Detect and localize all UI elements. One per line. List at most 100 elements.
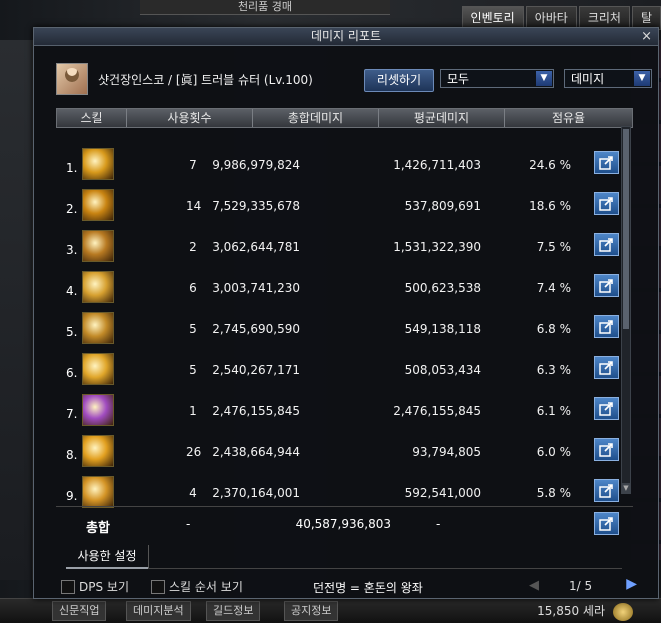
row-avg-damage: 592,541,000 <box>404 486 481 500</box>
skill-icon <box>82 353 114 385</box>
row-share-button[interactable] <box>594 274 619 297</box>
row-uses: 2 <box>189 240 197 254</box>
row-share-button[interactable] <box>594 438 619 461</box>
header-total-damage[interactable]: 총합데미지 <box>253 109 379 127</box>
chevron-down-icon: ▼ <box>536 71 552 86</box>
dps-view-checkbox[interactable]: DPS 보기 <box>61 578 129 595</box>
header-uses[interactable]: 사용횟수 <box>127 109 253 127</box>
table-row: 3. 2 3,062,644,781 1,531,322,390 7.5 % <box>56 228 633 268</box>
filter-dropdown-value: 모두 <box>447 72 470 86</box>
row-avg-damage: 508,053,434 <box>404 363 481 377</box>
scroll-down-icon[interactable]: ▼ <box>622 483 630 493</box>
sort-dropdown-value: 데미지 <box>571 72 605 86</box>
row-share: 6.8 % <box>536 322 571 336</box>
chevron-down-icon: ▼ <box>634 71 650 86</box>
row-uses: 26 <box>186 445 202 459</box>
share-icon <box>599 197 613 211</box>
summary-row: 총합 - 40,587,936,803 - <box>56 506 633 543</box>
pagination: ◀ 1/ 5 ▶ <box>529 576 637 596</box>
prev-page-icon[interactable]: ◀ <box>529 578 539 593</box>
summary-total: 40,587,936,803 <box>295 517 391 531</box>
share-icon <box>599 156 613 170</box>
row-share: 6.3 % <box>536 363 571 377</box>
row-share-button[interactable] <box>594 397 619 420</box>
row-rank: 7. <box>66 407 78 421</box>
background-left-panel <box>0 40 33 580</box>
filter-dropdown[interactable]: 모두 ▼ <box>440 69 554 88</box>
row-rank: 3. <box>66 243 78 257</box>
row-rank: 8. <box>66 448 78 462</box>
skill-icon <box>82 435 114 467</box>
row-total-damage: 9,986,979,824 <box>212 158 300 172</box>
row-share-button[interactable] <box>594 315 619 338</box>
header-skill[interactable]: 스킬 <box>57 109 127 127</box>
share-icon <box>599 402 613 416</box>
row-avg-damage: 537,809,691 <box>404 199 481 213</box>
coin-icon <box>613 603 633 621</box>
header-share[interactable]: 점유율 <box>505 109 632 127</box>
row-total-damage: 2,540,267,171 <box>212 363 300 377</box>
skill-icon <box>82 476 114 508</box>
character-name: 샷건장인스코 / [眞] 트러블 슈터 (Lv.100) <box>98 73 313 87</box>
share-icon <box>599 320 613 334</box>
close-icon[interactable]: × <box>641 28 652 45</box>
next-page-icon[interactable]: ▶ <box>626 576 637 592</box>
row-rank: 1. <box>66 161 78 175</box>
checkbox-icon <box>61 579 75 594</box>
row-rank: 4. <box>66 284 78 298</box>
row-avg-damage: 1,531,322,390 <box>393 240 481 254</box>
dps-view-label: DPS 보기 <box>79 580 129 594</box>
row-share: 6.1 % <box>536 404 571 418</box>
bottom-tab-guild[interactable]: 길드정보 <box>206 601 261 621</box>
row-avg-damage: 500,623,538 <box>404 281 481 295</box>
table-scrollbar[interactable]: ▼ <box>621 126 631 494</box>
skill-icon <box>82 271 114 303</box>
row-share-button[interactable] <box>594 233 619 256</box>
table-row: 8. 26 2,438,664,944 93,794,805 6.0 % <box>56 433 633 473</box>
row-share-button[interactable] <box>594 356 619 379</box>
summary-share-button[interactable] <box>594 512 619 535</box>
row-share: 7.5 % <box>536 240 571 254</box>
bottom-tab-notice[interactable]: 공지정보 <box>284 601 339 621</box>
row-avg-damage: 2,476,155,845 <box>393 404 481 418</box>
header-row: 샷건장인스코 / [眞] 트러블 슈터 (Lv.100) 리셋하기 모두 ▼ 데… <box>56 63 652 95</box>
share-icon <box>599 517 613 531</box>
table-row: 2. 14 7,529,335,678 537,809,691 18.6 % <box>56 187 633 227</box>
scrollbar-thumb[interactable] <box>623 129 629 329</box>
money-display: 15,850 세라 <box>537 604 605 618</box>
skill-icon <box>82 394 114 426</box>
row-avg-damage: 93,794,805 <box>412 445 481 459</box>
row-uses: 4 <box>189 486 197 500</box>
window-title-bar[interactable]: 데미지 리포트 × <box>34 28 658 46</box>
damage-report-window: 데미지 리포트 × 샷건장인스코 / [眞] 트러블 슈터 (Lv.100) 리… <box>33 27 659 599</box>
row-total-damage: 7,529,335,678 <box>212 199 300 213</box>
reset-button[interactable]: 리셋하기 <box>364 69 434 92</box>
header-avg-damage[interactable]: 평균데미지 <box>379 109 505 127</box>
skill-order-checkbox[interactable]: 스킬 순서 보기 <box>151 578 243 595</box>
bottom-tab-job[interactable]: 신문직업 <box>52 601 107 621</box>
used-settings-tab[interactable]: 사용한 설정 <box>66 545 149 569</box>
sort-dropdown[interactable]: 데미지 ▼ <box>564 69 652 88</box>
row-uses: 6 <box>189 281 197 295</box>
row-share-button[interactable] <box>594 192 619 215</box>
table-row: 7. 1 2,476,155,845 2,476,155,845 6.1 % <box>56 392 633 432</box>
row-share: 5.8 % <box>536 486 571 500</box>
page-indicator: 1/ 5 <box>569 579 593 593</box>
row-rank: 5. <box>66 325 78 339</box>
bottom-tab-damage[interactable]: 데미지분석 <box>126 601 191 621</box>
table-header: 스킬 사용횟수 총합데미지 평균데미지 점유율 <box>56 108 633 128</box>
table-row: 4. 6 3,003,741,230 500,623,538 7.4 % <box>56 269 633 309</box>
table-row: 5. 5 2,745,690,590 549,138,118 6.8 % <box>56 310 633 350</box>
damage-table: 스킬 사용횟수 총합데미지 평균데미지 점유율 1. 7 9,986,979,824… <box>56 108 633 508</box>
share-icon <box>599 361 613 375</box>
row-uses: 7 <box>189 158 197 172</box>
share-icon <box>599 279 613 293</box>
summary-avg: - <box>436 517 441 531</box>
skill-icon <box>82 189 114 221</box>
row-share-button[interactable] <box>594 151 619 174</box>
bottom-controls: DPS 보기 스킬 순서 보기 던전명 = 혼돈의 왕좌 ◀ 1/ 5 ▶ <box>33 574 657 598</box>
skill-icon <box>82 230 114 262</box>
row-share-button[interactable] <box>594 479 619 502</box>
background-bottom-bar: 신문직업 데미지분석 길드정보 공지정보 15,850 세라 <box>0 598 661 623</box>
share-icon <box>599 443 613 457</box>
